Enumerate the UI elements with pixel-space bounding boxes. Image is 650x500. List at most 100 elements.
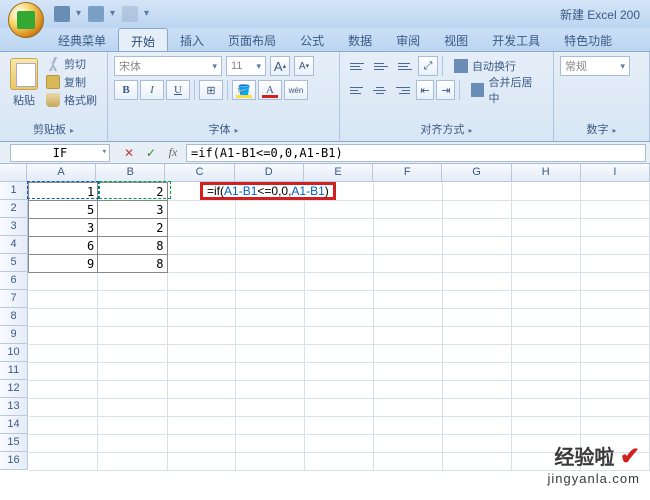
- cell[interactable]: [443, 273, 512, 291]
- row-header[interactable]: 16: [0, 452, 28, 470]
- cell[interactable]: [374, 255, 443, 273]
- cell[interactable]: [443, 453, 512, 471]
- align-bottom-button[interactable]: [394, 56, 416, 76]
- row-header[interactable]: 13: [0, 398, 28, 416]
- qat-dropdown-icon[interactable]: ▾: [76, 8, 82, 20]
- number-format-combo[interactable]: 常规: [560, 56, 630, 76]
- cell[interactable]: [167, 345, 236, 363]
- cell[interactable]: [29, 309, 98, 327]
- cell[interactable]: [512, 399, 581, 417]
- cell[interactable]: [512, 417, 581, 435]
- shrink-font-button[interactable]: A▾: [294, 56, 314, 76]
- cell[interactable]: [236, 291, 305, 309]
- cell[interactable]: [305, 435, 374, 453]
- cell[interactable]: [305, 327, 374, 345]
- cell[interactable]: [512, 183, 581, 201]
- cell[interactable]: [29, 417, 98, 435]
- cell[interactable]: [581, 417, 650, 435]
- cell[interactable]: [236, 345, 305, 363]
- cell[interactable]: 6: [29, 237, 98, 255]
- cell[interactable]: [305, 291, 374, 309]
- tab-review[interactable]: 审阅: [384, 28, 432, 51]
- cell[interactable]: [98, 453, 167, 471]
- row-header[interactable]: 15: [0, 434, 28, 452]
- col-header[interactable]: I: [581, 164, 650, 181]
- cell[interactable]: [236, 381, 305, 399]
- cell[interactable]: [236, 273, 305, 291]
- cell-editor[interactable]: =if(A1-B1<=0,0,A1-B1): [200, 182, 336, 200]
- cell[interactable]: [29, 399, 98, 417]
- cell[interactable]: [305, 255, 374, 273]
- cell[interactable]: [443, 219, 512, 237]
- cell[interactable]: [236, 363, 305, 381]
- cell[interactable]: [167, 309, 236, 327]
- cell[interactable]: [581, 327, 650, 345]
- cell[interactable]: [305, 363, 374, 381]
- cell[interactable]: [98, 309, 167, 327]
- cell[interactable]: [374, 435, 443, 453]
- col-header[interactable]: D: [235, 164, 304, 181]
- cell[interactable]: [512, 309, 581, 327]
- row-header[interactable]: 4: [0, 236, 28, 254]
- cell[interactable]: [98, 435, 167, 453]
- cell[interactable]: 5: [29, 201, 98, 219]
- cell[interactable]: 3: [98, 201, 167, 219]
- cell[interactable]: 3: [29, 219, 98, 237]
- cell[interactable]: [374, 309, 443, 327]
- col-header[interactable]: A: [27, 164, 96, 181]
- cell[interactable]: [581, 309, 650, 327]
- cell[interactable]: [305, 237, 374, 255]
- cell[interactable]: [443, 399, 512, 417]
- col-header[interactable]: C: [165, 164, 234, 181]
- cell[interactable]: [581, 291, 650, 309]
- cell[interactable]: [167, 417, 236, 435]
- underline-button[interactable]: U: [166, 80, 190, 100]
- row-header[interactable]: 9: [0, 326, 28, 344]
- cell[interactable]: [236, 417, 305, 435]
- cell[interactable]: [236, 453, 305, 471]
- paste-button[interactable]: 粘贴: [6, 56, 42, 121]
- cell[interactable]: [512, 219, 581, 237]
- office-button[interactable]: [8, 2, 44, 38]
- cell[interactable]: [29, 381, 98, 399]
- align-middle-button[interactable]: [370, 56, 392, 76]
- cell[interactable]: [581, 237, 650, 255]
- cell[interactable]: 8: [98, 237, 167, 255]
- cell[interactable]: [167, 201, 236, 219]
- undo-dropdown-icon[interactable]: ▾: [110, 8, 116, 20]
- font-name-combo[interactable]: 宋体: [114, 56, 222, 76]
- cell[interactable]: [236, 219, 305, 237]
- cell[interactable]: 2: [98, 219, 167, 237]
- fill-color-button[interactable]: 🪣: [232, 80, 256, 100]
- cell[interactable]: [581, 399, 650, 417]
- cell[interactable]: [98, 381, 167, 399]
- tab-formula[interactable]: 公式: [288, 28, 336, 51]
- save-icon[interactable]: [54, 6, 70, 22]
- cell[interactable]: [443, 435, 512, 453]
- cell[interactable]: [374, 363, 443, 381]
- tab-dev[interactable]: 开发工具: [480, 28, 552, 51]
- cell[interactable]: [305, 417, 374, 435]
- cell[interactable]: [305, 345, 374, 363]
- cell[interactable]: [374, 273, 443, 291]
- cell[interactable]: [374, 183, 443, 201]
- cancel-icon[interactable]: ✕: [118, 144, 140, 162]
- tab-layout[interactable]: 页面布局: [216, 28, 288, 51]
- cell[interactable]: [512, 327, 581, 345]
- cell[interactable]: [167, 381, 236, 399]
- cell[interactable]: [305, 309, 374, 327]
- italic-button[interactable]: I: [140, 80, 164, 100]
- cell[interactable]: [98, 345, 167, 363]
- tab-extra[interactable]: 特色功能: [552, 28, 624, 51]
- cell[interactable]: [305, 381, 374, 399]
- align-right-button[interactable]: [392, 80, 413, 100]
- font-color-button[interactable]: A: [258, 80, 282, 100]
- cell[interactable]: [581, 255, 650, 273]
- cell[interactable]: [443, 255, 512, 273]
- indent-inc-button[interactable]: ⇥: [436, 80, 455, 100]
- cell[interactable]: [98, 399, 167, 417]
- row-header[interactable]: 5: [0, 254, 28, 272]
- row-header[interactable]: 7: [0, 290, 28, 308]
- wrap-text-button[interactable]: 自动换行: [447, 56, 523, 76]
- cell[interactable]: [512, 201, 581, 219]
